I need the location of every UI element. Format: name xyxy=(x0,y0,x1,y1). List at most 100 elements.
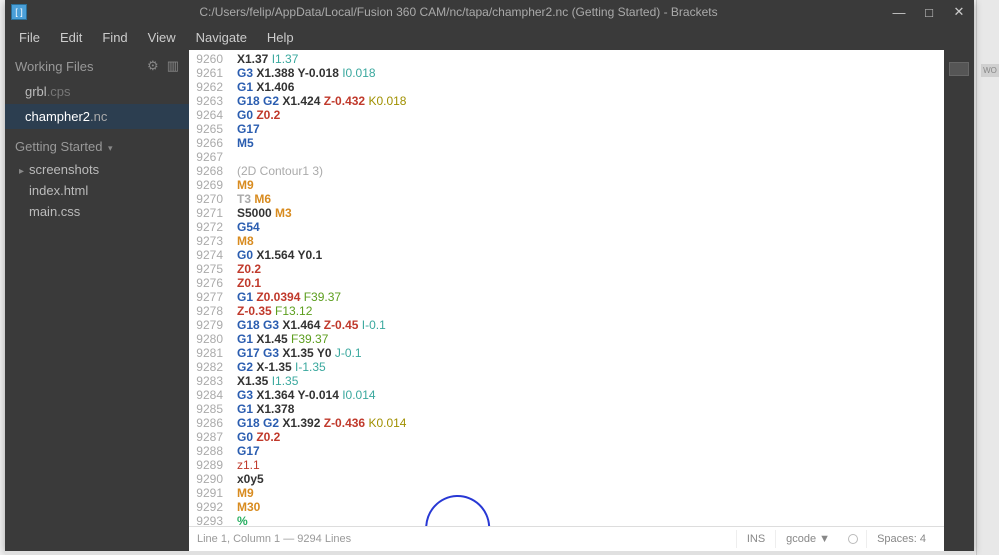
code-content: T3 M6 xyxy=(229,192,271,206)
code-content: % xyxy=(229,514,248,526)
tree-index-html[interactable]: index.html xyxy=(5,180,189,201)
background-strip xyxy=(976,0,999,555)
app-icon: [ ] xyxy=(11,4,27,20)
code-line[interactable]: 9284G3 X1.364 Y-0.014 I0.014 xyxy=(189,388,944,402)
code-line[interactable]: 9267 xyxy=(189,150,944,164)
window-controls: — □ ✕ xyxy=(884,0,974,24)
code-content: G54 xyxy=(229,220,260,234)
line-number: 9263 xyxy=(189,94,229,108)
tree-label: index xyxy=(29,183,60,198)
menu-edit[interactable]: Edit xyxy=(50,27,92,48)
status-spaces[interactable]: Spaces: 4 xyxy=(866,530,936,548)
menu-help[interactable]: Help xyxy=(257,27,304,48)
code-line[interactable]: 9291M9 xyxy=(189,486,944,500)
working-file-grbl[interactable]: grbl.cps xyxy=(5,79,189,104)
code-line[interactable]: 9288G17 xyxy=(189,444,944,458)
code-content: X1.35 I1.35 xyxy=(229,374,298,388)
code-content: G17 xyxy=(229,444,260,458)
status-ins[interactable]: INS xyxy=(736,530,775,548)
line-number: 9267 xyxy=(189,150,229,164)
line-number: 9279 xyxy=(189,318,229,332)
code-line[interactable]: 9292M30 xyxy=(189,500,944,514)
code-content: Z0.2 xyxy=(229,262,261,276)
menu-file[interactable]: File xyxy=(9,27,50,48)
code-content xyxy=(229,150,237,164)
code-content: M8 xyxy=(229,234,254,248)
code-content: G1 Z0.0394 F39.37 xyxy=(229,290,341,304)
sidebar: Working Files ⚙ ▥ grbl.cps champher2.nc … xyxy=(5,50,189,551)
code-line[interactable]: 9278Z-0.35 F13.12 xyxy=(189,304,944,318)
line-number: 9264 xyxy=(189,108,229,122)
line-number: 9276 xyxy=(189,276,229,290)
app-window: [ ] C:/Users/felip/AppData/Local/Fusion … xyxy=(5,0,974,551)
code-content: G3 X1.388 Y-0.018 I0.018 xyxy=(229,66,376,80)
maximize-button[interactable]: □ xyxy=(914,0,944,24)
line-number: 9278 xyxy=(189,304,229,318)
right-toolbar xyxy=(944,50,974,551)
line-number: 9268 xyxy=(189,164,229,178)
file-name: grbl xyxy=(25,84,47,99)
code-editor[interactable]: 9260X1.37 I1.379261G3 X1.388 Y-0.018 I0.… xyxy=(189,50,944,526)
background-bottom xyxy=(5,551,975,555)
split-icon[interactable]: ▥ xyxy=(167,58,179,74)
line-number: 9285 xyxy=(189,402,229,416)
menu-navigate[interactable]: Navigate xyxy=(186,27,257,48)
tree-main-css[interactable]: main.css xyxy=(5,201,189,222)
line-number: 9273 xyxy=(189,234,229,248)
main-area: Working Files ⚙ ▥ grbl.cps champher2.nc … xyxy=(5,50,974,551)
code-line[interactable]: 9293% xyxy=(189,514,944,526)
code-line[interactable]: 9268(2D Contour1 3) xyxy=(189,164,944,178)
tree-screenshots[interactable]: ▸screenshots xyxy=(5,159,189,180)
status-position: Line 1, Column 1 — 9294 Lines xyxy=(197,533,736,545)
code-line[interactable]: 9280G1 X1.45 F39.37 xyxy=(189,332,944,346)
editor-area: 9260X1.37 I1.379261G3 X1.388 Y-0.018 I0.… xyxy=(189,50,944,551)
code-line[interactable]: 9261G3 X1.388 Y-0.018 I0.018 xyxy=(189,66,944,80)
code-line[interactable]: 9281G17 G3 X1.35 Y0 J-0.1 xyxy=(189,346,944,360)
menu-view[interactable]: View xyxy=(138,27,186,48)
line-number: 9282 xyxy=(189,360,229,374)
code-line[interactable]: 9264G0 Z0.2 xyxy=(189,108,944,122)
code-line[interactable]: 9262G1 X1.406 xyxy=(189,80,944,94)
code-line[interactable]: 9272G54 xyxy=(189,220,944,234)
code-line[interactable]: 9274G0 X1.564 Y0.1 xyxy=(189,248,944,262)
code-line[interactable]: 9265G17 xyxy=(189,122,944,136)
code-line[interactable]: 9287G0 Z0.2 xyxy=(189,430,944,444)
line-number: 9290 xyxy=(189,472,229,486)
code-line[interactable]: 9282G2 X-1.35 I-1.35 xyxy=(189,360,944,374)
code-line[interactable]: 9290x0y5 xyxy=(189,472,944,486)
code-line[interactable]: 9271S5000 M3 xyxy=(189,206,944,220)
code-line[interactable]: 9277G1 Z0.0394 F39.37 xyxy=(189,290,944,304)
code-content: M9 xyxy=(229,178,254,192)
close-button[interactable]: ✕ xyxy=(944,0,974,24)
code-content: z1.1 xyxy=(229,458,260,472)
file-name: champher2 xyxy=(25,109,90,124)
code-line[interactable]: 9266M5 xyxy=(189,136,944,150)
code-line[interactable]: 9285G1 X1.378 xyxy=(189,402,944,416)
menu-find[interactable]: Find xyxy=(92,27,137,48)
code-line[interactable]: 9270T3 M6 xyxy=(189,192,944,206)
project-header[interactable]: Getting Started ▾ xyxy=(5,129,189,159)
gear-icon[interactable]: ⚙ xyxy=(147,58,159,74)
code-line[interactable]: 9263G18 G2 X1.424 Z-0.432 K0.018 xyxy=(189,94,944,108)
code-line[interactable]: 9276Z0.1 xyxy=(189,276,944,290)
working-files-header: Working Files ⚙ ▥ xyxy=(5,50,189,79)
code-content: G1 X1.45 F39.37 xyxy=(229,332,328,346)
code-content: G18 G3 X1.464 Z-0.45 I-0.1 xyxy=(229,318,386,332)
status-indicator-icon xyxy=(848,534,858,544)
code-line[interactable]: 9275Z0.2 xyxy=(189,262,944,276)
code-line[interactable]: 9269M9 xyxy=(189,178,944,192)
working-file-champher2[interactable]: champher2.nc xyxy=(5,104,189,129)
code-line[interactable]: 9286G18 G2 X1.392 Z-0.436 K0.014 xyxy=(189,416,944,430)
minimize-button[interactable]: — xyxy=(884,0,914,24)
code-line[interactable]: 9283X1.35 I1.35 xyxy=(189,374,944,388)
line-number: 9272 xyxy=(189,220,229,234)
line-number: 9281 xyxy=(189,346,229,360)
code-line[interactable]: 9273M8 xyxy=(189,234,944,248)
code-line[interactable]: 9289z1.1 xyxy=(189,458,944,472)
live-preview-icon[interactable] xyxy=(949,62,969,76)
status-language[interactable]: gcode ▼ xyxy=(775,530,840,548)
line-number: 9270 xyxy=(189,192,229,206)
code-line[interactable]: 9260X1.37 I1.37 xyxy=(189,52,944,66)
code-line[interactable]: 9279G18 G3 X1.464 Z-0.45 I-0.1 xyxy=(189,318,944,332)
line-number: 9277 xyxy=(189,290,229,304)
